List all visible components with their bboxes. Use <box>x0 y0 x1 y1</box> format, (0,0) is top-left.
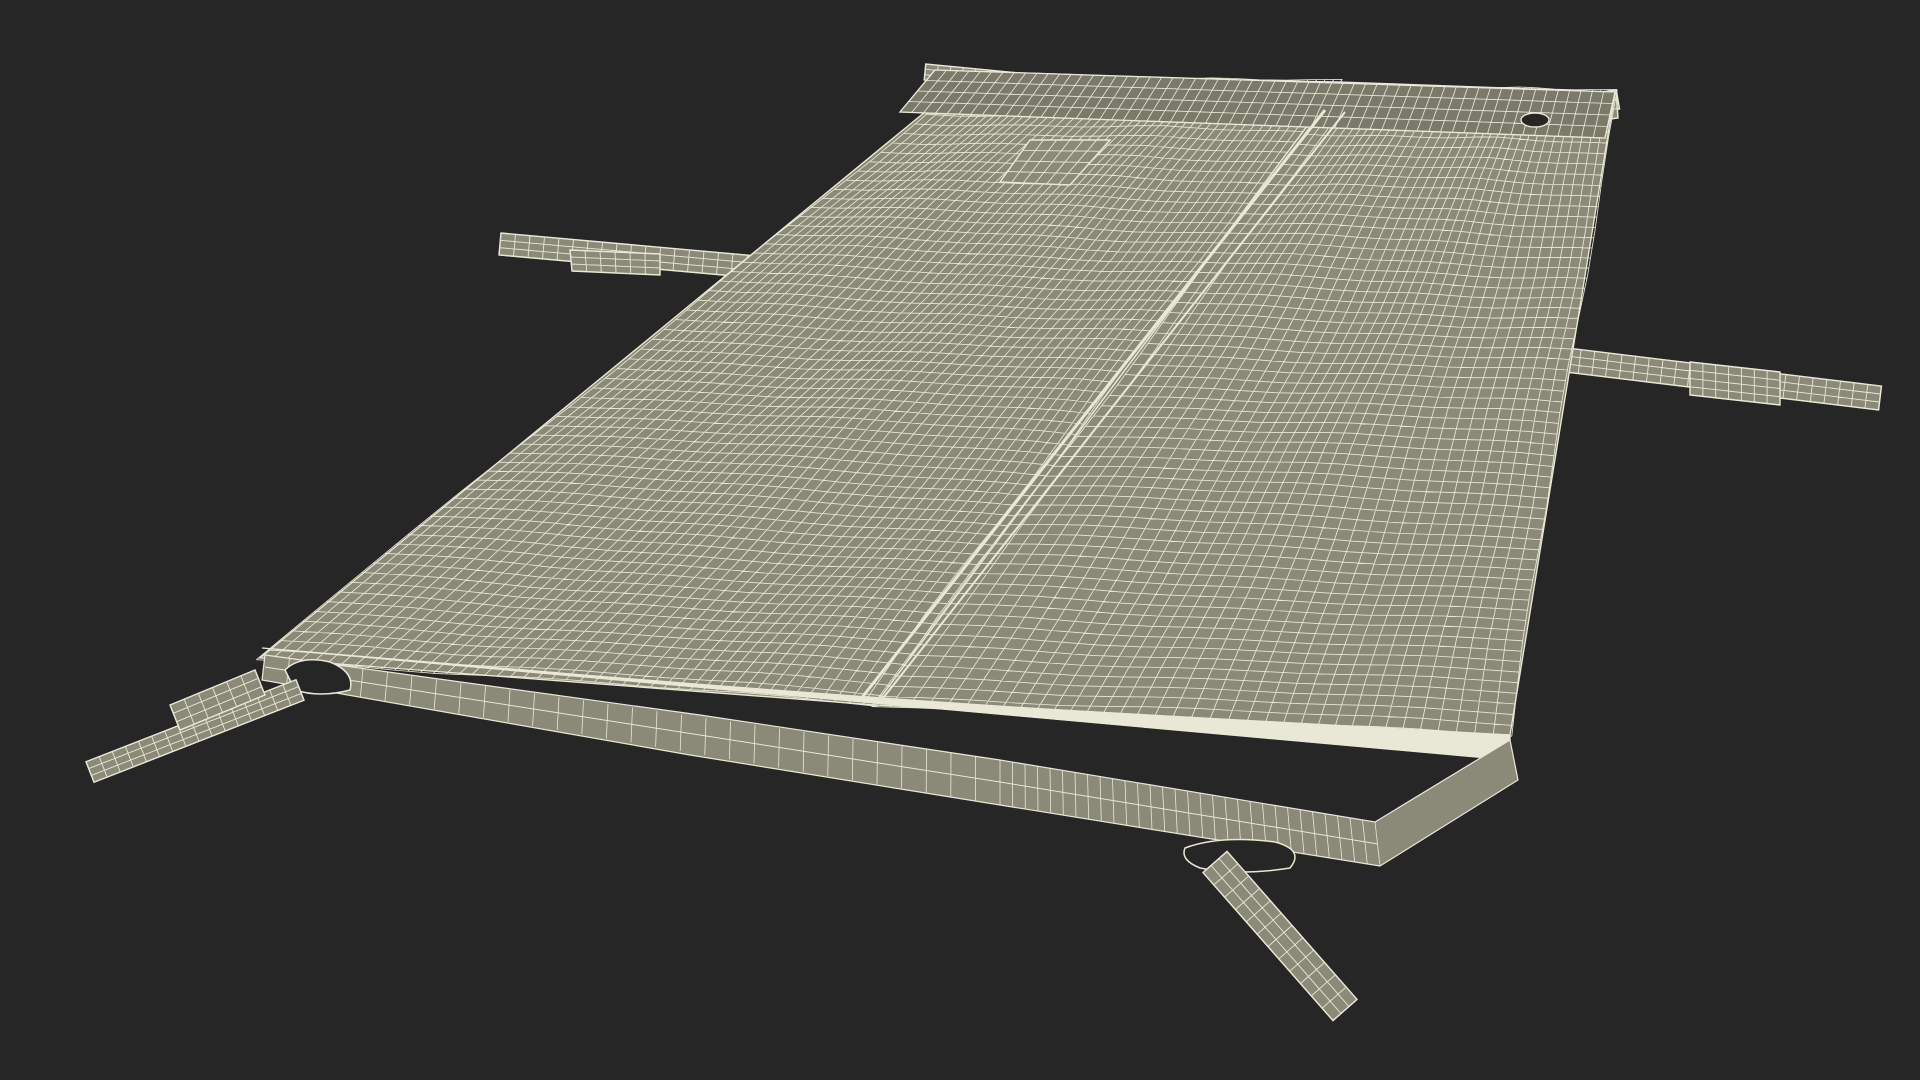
strap-front-right <box>1201 850 1359 1022</box>
render-viewport <box>0 0 1920 1080</box>
wireframe-render <box>85 63 1883 1022</box>
buckle-right <box>1689 361 1781 406</box>
stretcher-canvas <box>256 69 1618 873</box>
handle-hole-top-right <box>1520 112 1550 128</box>
buckle-left <box>569 249 661 276</box>
